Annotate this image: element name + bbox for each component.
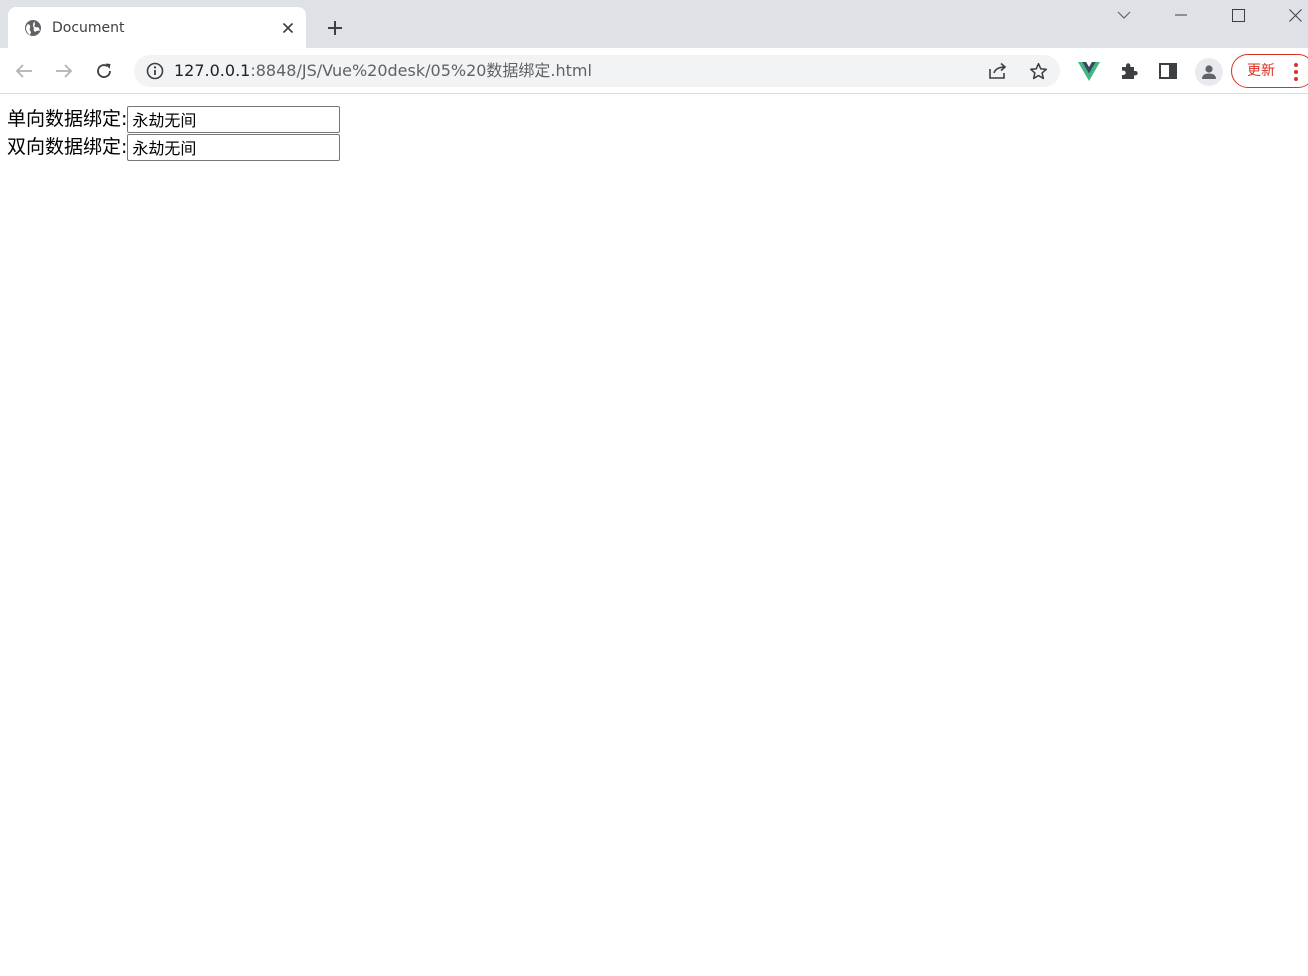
minimize-icon — [1175, 14, 1187, 16]
browser-toolbar: 127.0.0.1:8848/JS/Vue%20desk/05%20数据绑定.h… — [0, 48, 1308, 94]
info-icon[interactable] — [146, 62, 164, 80]
vue-devtools-button[interactable] — [1077, 59, 1101, 83]
close-tab-button[interactable] — [278, 18, 298, 38]
profile-avatar-icon — [1202, 65, 1216, 79]
back-arrow-icon — [15, 64, 32, 78]
plus-icon — [328, 21, 342, 35]
star-icon — [1029, 62, 1047, 79]
forward-button[interactable] — [50, 57, 78, 85]
url-text[interactable]: 127.0.0.1:8848/JS/Vue%20desk/05%20数据绑定.h… — [174, 61, 592, 81]
update-button[interactable]: 更新 — [1231, 54, 1308, 88]
maximize-icon — [1231, 8, 1245, 22]
address-bar[interactable]: 127.0.0.1:8848/JS/Vue%20desk/05%20数据绑定.h… — [134, 55, 1060, 87]
tab-search-chevron-icon — [1117, 11, 1131, 19]
maximize-button[interactable] — [1212, 0, 1264, 30]
extensions-button[interactable] — [1117, 59, 1141, 83]
close-window-button[interactable] — [1269, 0, 1308, 30]
update-label: 更新 — [1247, 63, 1275, 79]
minimize-button[interactable] — [1155, 0, 1207, 30]
tab-strip: Document — [0, 0, 1308, 48]
page-content: 单向数据绑定: 双向数据绑定: — [0, 95, 1308, 976]
close-window-icon — [1288, 8, 1302, 22]
tab-search-button[interactable] — [1098, 0, 1150, 30]
share-button[interactable] — [986, 59, 1010, 83]
vue-devtools-icon — [1078, 61, 1100, 81]
side-panel-button[interactable] — [1156, 59, 1180, 83]
tab-title: Document — [52, 20, 125, 36]
forward-arrow-icon — [56, 64, 73, 78]
two-way-binding-label: 双向数据绑定: — [7, 136, 128, 158]
browser-tab[interactable]: Document — [8, 7, 306, 48]
profile-button[interactable] — [1195, 58, 1223, 86]
puzzle-extension-icon — [1122, 63, 1138, 79]
kebab-menu-icon[interactable] — [1292, 62, 1300, 82]
one-way-binding-input[interactable] — [127, 105, 341, 133]
one-way-binding-label: 单向数据绑定: — [7, 108, 128, 130]
url-host: 127.0.0.1 — [174, 61, 251, 80]
side-panel-icon — [1159, 63, 1177, 79]
bookmark-button[interactable] — [1026, 59, 1050, 83]
close-icon — [282, 22, 294, 34]
new-tab-button[interactable] — [322, 15, 348, 41]
share-icon — [989, 62, 1007, 79]
one-way-binding-row: 单向数据绑定: — [7, 105, 341, 133]
back-button[interactable] — [10, 57, 38, 85]
two-way-binding-row: 双向数据绑定: — [7, 133, 341, 161]
globe-icon — [25, 20, 41, 36]
two-way-binding-input[interactable] — [127, 133, 341, 161]
reload-button[interactable] — [90, 57, 118, 85]
reload-icon — [97, 63, 111, 78]
url-path: :8848/JS/Vue%20desk/05%20数据绑定.html — [250, 61, 592, 80]
